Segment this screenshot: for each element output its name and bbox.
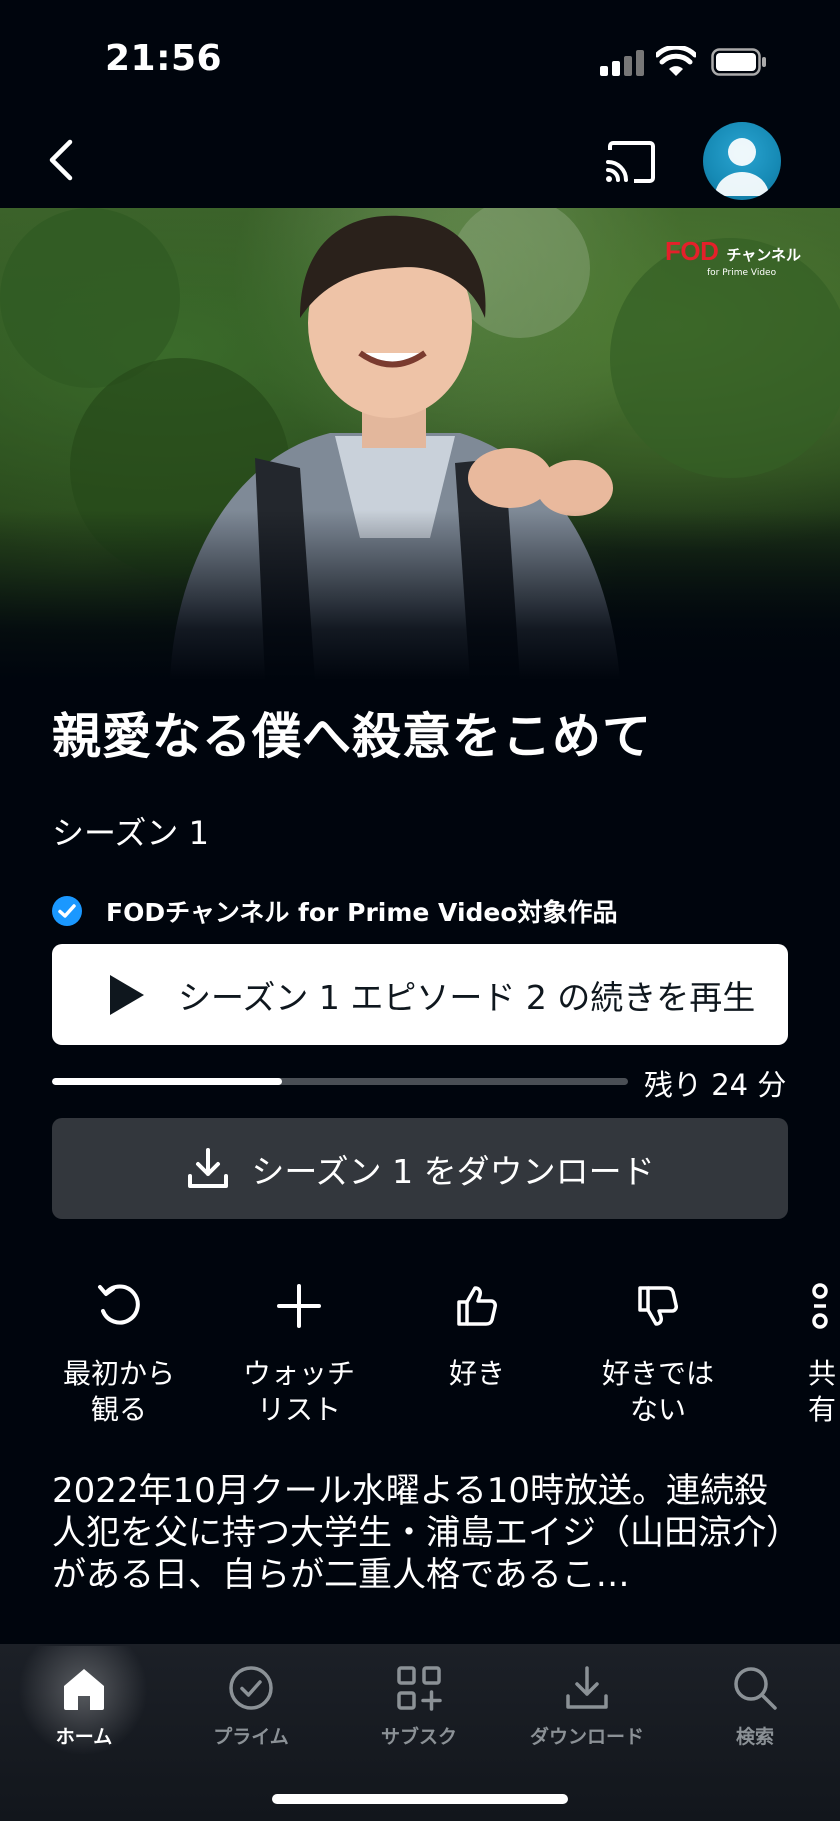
restart-icon xyxy=(98,1284,140,1325)
play-icon xyxy=(110,974,144,1015)
action-watchlist[interactable]: ウォッチ リスト xyxy=(219,1278,379,1428)
status-time: 21:56 xyxy=(105,38,223,79)
download-icon xyxy=(566,1666,608,1709)
thumbs-down-icon xyxy=(638,1286,678,1326)
tab-prime[interactable]: プライム xyxy=(181,1660,321,1749)
tab-downloads-label: ダウンロード xyxy=(529,1726,644,1748)
grid-plus-icon xyxy=(397,1666,442,1711)
action-restart-line1: 最初から xyxy=(62,1357,175,1390)
action-like-line1: 好き xyxy=(448,1357,505,1390)
tab-downloads[interactable]: ダウンロード xyxy=(517,1660,657,1749)
tab-prime-label: プライム xyxy=(213,1726,289,1748)
tab-home[interactable]: ホーム xyxy=(14,1660,154,1749)
fod-logo-main: FOD xyxy=(665,236,719,266)
resume-play-label: シーズン 1 エピソード 2 の続きを再生 xyxy=(178,977,756,1017)
cellular-signal-icon xyxy=(600,50,644,76)
download-icon xyxy=(188,1147,229,1188)
fod-logo-sub: for Prime Video xyxy=(707,268,777,278)
cast-button[interactable] xyxy=(604,140,656,184)
home-icon xyxy=(64,1669,104,1710)
download-season-button[interactable]: シーズン 1 をダウンロード xyxy=(52,1118,788,1219)
thumbs-up-icon xyxy=(457,1286,497,1326)
check-badge-icon xyxy=(52,896,82,926)
description[interactable]: 2022年10月クール水曜よる10時放送。連続殺人犯を父に持つ大学生・浦島エイジ… xyxy=(52,1470,792,1596)
action-dislike-line1: 好きでは xyxy=(601,1357,714,1390)
action-share-line1: 共有 xyxy=(808,1357,837,1426)
profile-avatar[interactable] xyxy=(703,122,781,200)
hero-fade xyxy=(0,510,840,680)
action-restart-line2: 観る xyxy=(90,1393,147,1426)
battery-icon xyxy=(711,48,766,76)
fod-channel-logo: FOD チャンネル for Prime Video xyxy=(665,236,815,282)
time-remaining: 残り 24 分 xyxy=(644,1068,787,1102)
season-label[interactable]: シーズン 1 xyxy=(52,808,209,854)
share-icon xyxy=(812,1283,828,1329)
search-icon xyxy=(734,1667,777,1710)
watch-progress-bar xyxy=(52,1078,628,1085)
tab-search[interactable]: 検索 xyxy=(685,1660,825,1749)
plus-icon xyxy=(277,1284,321,1328)
channel-badge: FODチャンネル for Prime Video対象作品 xyxy=(52,893,618,929)
fod-logo-channel: チャンネル xyxy=(726,246,801,264)
action-dislike-line2: ない xyxy=(629,1393,686,1426)
home-indicator[interactable] xyxy=(272,1794,568,1804)
tab-subscriptions-label: サブスク xyxy=(380,1726,457,1748)
action-watchlist-line1: ウォッチ xyxy=(242,1357,355,1390)
wifi-icon xyxy=(656,46,696,76)
channel-badge-text: FODチャンネル for Prime Video対象作品 xyxy=(106,898,618,927)
resume-play-button[interactable]: シーズン 1 エピソード 2 の続きを再生 xyxy=(52,944,788,1045)
action-restart[interactable]: 最初から 観る xyxy=(39,1278,199,1428)
action-share[interactable]: 共有 xyxy=(758,1278,840,1428)
tab-search-label: 検索 xyxy=(735,1726,774,1748)
action-like[interactable]: 好き xyxy=(397,1278,557,1392)
page-title: 親愛なる僕へ殺意をこめて xyxy=(52,708,653,765)
download-season-label: シーズン 1 をダウンロード xyxy=(251,1151,655,1191)
tab-subscriptions[interactable]: サブスク xyxy=(349,1660,489,1749)
user-silhouette-icon xyxy=(715,138,769,196)
action-watchlist-line2: リスト xyxy=(256,1393,341,1426)
check-circle-icon xyxy=(229,1666,273,1710)
back-button[interactable] xyxy=(36,130,86,190)
tab-home-label: ホーム xyxy=(55,1726,113,1748)
action-dislike[interactable]: 好きでは ない xyxy=(578,1278,738,1428)
watch-progress-fill xyxy=(52,1078,283,1085)
